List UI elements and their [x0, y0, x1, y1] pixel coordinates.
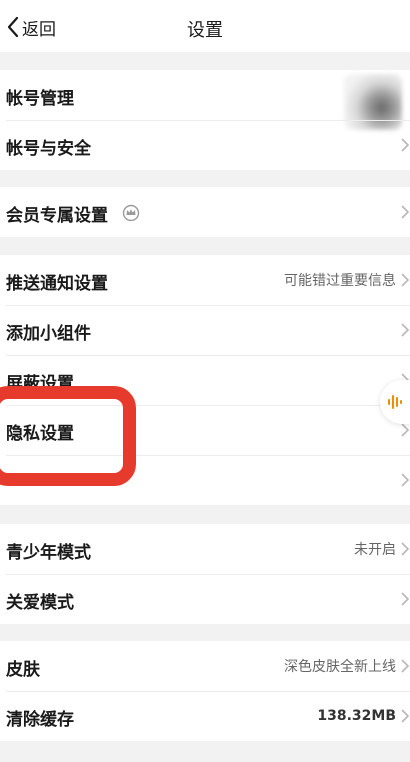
row-label: 推送通知设置	[6, 274, 108, 294]
chevron-right-icon	[401, 659, 410, 673]
row-label: 青少年模式	[6, 543, 91, 563]
row-care-mode[interactable]: 关爱模式	[0, 574, 410, 624]
page-title: 设置	[187, 20, 223, 41]
chevron-right-icon	[401, 709, 410, 723]
row-account-security[interactable]: 帐号与安全	[0, 120, 410, 170]
row-add-widget[interactable]: 添加小组件	[0, 305, 410, 355]
row-member-settings[interactable]: 会员专属设置	[0, 187, 410, 237]
highlight-box	[0, 386, 136, 486]
settings-group-modes: 青少年模式 未开启 关爱模式	[0, 524, 410, 624]
row-clear-cache[interactable]: 清除缓存 138.32MB	[0, 691, 410, 741]
voice-wave-icon	[388, 395, 402, 409]
nav-bar: 返回 设置	[0, 0, 410, 52]
row-label: 帐号与安全	[6, 139, 91, 159]
row-push-notification[interactable]: 推送通知设置 可能错过重要信息	[0, 255, 410, 305]
row-label: 关爱模式	[6, 593, 74, 613]
chevron-right-icon	[401, 473, 410, 487]
chevron-right-icon	[401, 205, 410, 219]
chevron-right-icon	[401, 323, 410, 337]
chevron-right-icon	[401, 138, 410, 152]
chevron-right-icon	[401, 592, 410, 606]
row-value: 未开启	[354, 542, 396, 558]
settings-group-account: 帐号管理 帐号与安全	[0, 70, 410, 170]
row-label: 清除缓存	[6, 710, 74, 730]
row-label: 皮肤	[6, 660, 40, 680]
chevron-right-icon	[401, 542, 410, 556]
row-label: 添加小组件	[6, 324, 91, 344]
row-value: 138.32MB	[317, 708, 396, 724]
row-account-management[interactable]: 帐号管理	[0, 70, 410, 130]
chevron-right-icon	[401, 273, 410, 287]
row-skin[interactable]: 皮肤 深色皮肤全新上线	[0, 641, 410, 691]
settings-group-member: 会员专属设置	[0, 187, 410, 237]
row-value: 可能错过重要信息	[284, 273, 396, 289]
settings-group-storage: 皮肤 深色皮肤全新上线 清除缓存 138.32MB	[0, 641, 410, 741]
row-label: 会员专属设置	[6, 206, 108, 226]
row-value: 深色皮肤全新上线	[284, 659, 396, 675]
chevron-right-icon	[401, 423, 410, 437]
crown-icon	[122, 204, 140, 221]
row-teen-mode[interactable]: 青少年模式 未开启	[0, 524, 410, 574]
row-label: 帐号管理	[6, 89, 74, 109]
